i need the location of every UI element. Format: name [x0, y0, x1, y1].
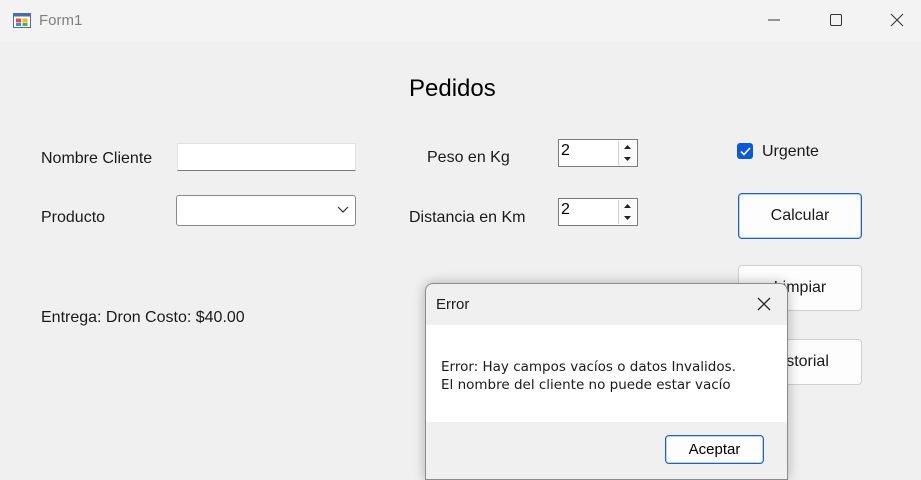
- nombre-cliente-label: Nombre Cliente: [41, 150, 153, 167]
- page-title: Pedidos: [409, 75, 496, 102]
- aceptar-button[interactable]: Aceptar: [665, 435, 764, 464]
- peso-stepper[interactable]: 2: [558, 139, 638, 167]
- urgente-label[interactable]: Urgente: [762, 143, 819, 161]
- dialog-message-line-2: El nombre del cliente no puede estar vac…: [441, 377, 731, 393]
- calcular-button[interactable]: Calcular: [738, 193, 862, 239]
- distancia-value: 2: [561, 201, 570, 218]
- peso-down-icon[interactable]: [619, 153, 636, 165]
- peso-value: 2: [561, 142, 570, 159]
- urgente-checkbox[interactable]: [737, 143, 753, 159]
- peso-up-icon[interactable]: [619, 141, 636, 153]
- peso-label: Peso en Kg: [427, 149, 510, 166]
- result-label: Entrega: Dron Costo: $40.00: [41, 309, 245, 326]
- error-dialog: Error Error: Hay campos vacíos o datos I…: [425, 283, 788, 480]
- form-icon: [13, 11, 31, 29]
- close-icon: [757, 297, 771, 311]
- producto-label: Producto: [41, 209, 106, 226]
- nombre-cliente-input[interactable]: [177, 143, 356, 171]
- title-bar: Form1: [0, 0, 921, 42]
- maximize-button[interactable]: [805, 0, 867, 40]
- distancia-label: Distancia en Km: [409, 209, 526, 226]
- chevron-down-icon: [337, 206, 349, 213]
- minimize-icon: [768, 19, 780, 21]
- dialog-title: Error: [436, 296, 470, 313]
- distancia-stepper[interactable]: 2: [558, 198, 638, 226]
- close-window-button[interactable]: [866, 0, 921, 40]
- dialog-body: Error: Hay campos vacíos o datos Invalid…: [426, 325, 787, 422]
- distancia-spin-buttons[interactable]: [618, 200, 636, 224]
- peso-spin-buttons[interactable]: [618, 141, 636, 165]
- checkmark-icon: [739, 146, 751, 156]
- window-title: Form1: [39, 12, 83, 29]
- maximize-icon: [830, 14, 842, 26]
- distancia-up-icon[interactable]: [619, 200, 636, 212]
- dialog-message-line-1: Error: Hay campos vacíos o datos Invalid…: [441, 359, 736, 375]
- distancia-down-icon[interactable]: [619, 212, 636, 224]
- minimize-button[interactable]: [743, 0, 805, 40]
- dialog-close-button[interactable]: [744, 285, 784, 323]
- producto-select[interactable]: [176, 195, 356, 226]
- dialog-message: Error: Hay campos vacíos o datos Invalid…: [441, 358, 736, 394]
- close-icon: [890, 13, 904, 27]
